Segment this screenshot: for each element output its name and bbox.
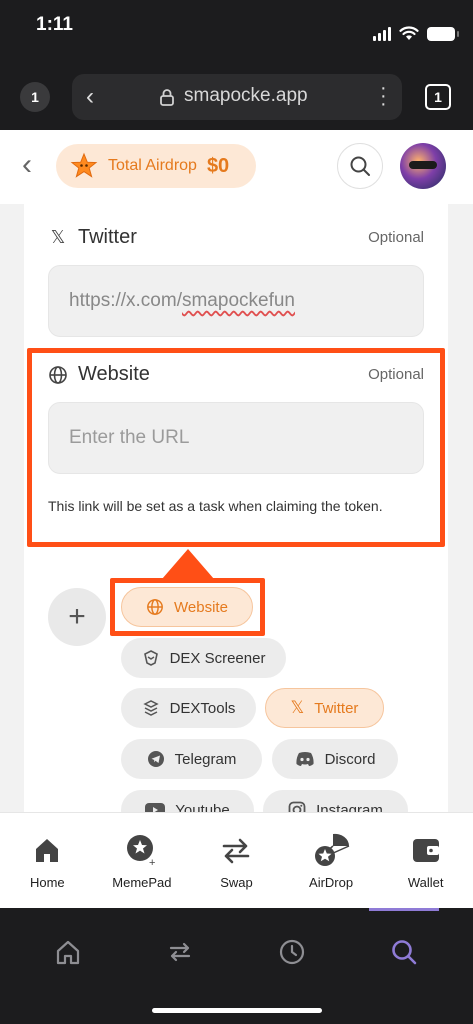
browser-home-button[interactable] [48,932,88,972]
browser-swap-button[interactable] [160,932,200,972]
chip-label: DEXTools [169,699,236,717]
address-bar[interactable]: ‹ smapocke.app · · · [72,74,402,120]
chip-label: DEX Screener [169,649,266,667]
status-icons [373,26,459,41]
star-mascot-icon [70,152,98,178]
swap-arrows-icon [169,942,191,962]
x-logo-icon: 𝕏 [50,227,66,247]
wallet-icon [411,833,441,867]
nav-label: Home [29,875,65,890]
active-tab-indicator [369,908,439,911]
search-icon [392,940,417,965]
globe-icon [48,365,68,385]
website-help-text: This link will be set as a task when cla… [48,498,383,514]
app-header: ‹ Total Airdrop $0 [0,130,473,204]
chip-twitter[interactable]: 𝕏 Twitter [265,688,384,728]
home-indicator [152,1008,322,1013]
home-icon [33,833,61,867]
dexscreener-icon [143,650,158,666]
website-url-input[interactable]: Enter the URL [48,402,424,474]
browser-toolbar [0,908,473,1024]
airdrop-label: Total Airdrop [108,157,197,174]
nav-label: Swap [220,875,253,890]
browser-history-button[interactable] [272,932,312,972]
browser-search-button[interactable] [384,932,424,972]
youtube-icon [145,803,166,812]
url-text: smapocke.app [184,85,308,106]
chip-label: Website [174,598,228,616]
memepad-icon: + [125,833,159,867]
nav-wallet[interactable]: Wallet [378,813,473,908]
twitter-url-input[interactable]: https://x.com/smapockefun [48,265,424,337]
add-link-button[interactable]: + [48,588,106,646]
nav-airdrop[interactable]: AirDrop [284,813,379,908]
avatar[interactable] [400,143,446,189]
globe-icon [147,599,163,615]
back-chevron-icon[interactable]: ‹ [22,150,32,180]
nav-home[interactable]: Home [0,813,95,908]
chip-label: Telegram [174,750,237,768]
search-button[interactable] [337,143,383,189]
chip-label: Youtube [175,801,230,813]
svg-text:+: + [149,857,155,867]
twitter-field-title: Twitter [78,226,137,248]
chip-telegram[interactable]: Telegram [121,739,262,779]
more-vertical-icon[interactable]: · · · [380,78,387,114]
chip-discord[interactable]: Discord [272,739,398,779]
airdrop-value: $0 [206,154,230,177]
website-optional-label: Optional [368,366,424,383]
home-icon [56,940,80,965]
chip-label: Discord [324,750,376,768]
chip-dex-screener[interactable]: DEX Screener [121,638,286,678]
chip-youtube[interactable]: Youtube [121,790,254,812]
nav-label: Wallet [407,875,444,890]
chevron-left-icon[interactable]: ‹ [86,83,94,111]
plus-icon: + [68,600,86,633]
nav-swap[interactable]: Swap [189,813,284,908]
search-icon [350,156,370,176]
twitter-url-prefix: https://x.com/ [69,290,182,311]
chip-label: Twitter [314,699,359,717]
wifi-icon [399,26,419,40]
swap-icon [220,833,252,867]
signal-icon [373,26,391,41]
twitter-optional-label: Optional [368,229,424,246]
battery-icon [427,26,459,41]
chip-instagram[interactable]: Instagram [263,790,408,812]
x-logo-icon: 𝕏 [290,698,305,717]
tab-count-badge[interactable]: 1 [20,82,50,112]
telegram-icon [147,751,164,767]
history-icon [279,939,305,965]
browser-bar: 1 ‹ smapocke.app · · · 1 [0,56,473,130]
chip-dextools[interactable]: DEXTools [121,688,256,728]
main-content: 𝕏 Twitter Optional https://x.com/smapock… [0,204,473,812]
twitter-field-header: 𝕏 Twitter Optional [48,226,424,249]
bottom-nav: Home + MemePad Swap AirDrop Wallet [0,812,473,908]
twitter-url-handle: smapockefun [181,290,295,311]
website-field-title: Website [78,363,150,385]
discord-icon [295,752,314,766]
website-field-header: Website Optional [48,363,424,386]
chip-label: Instagram [316,801,383,813]
website-url-placeholder: Enter the URL [69,427,190,448]
airdrop-icon [311,833,351,867]
tabs-button[interactable]: 1 [425,84,451,110]
total-airdrop-pill[interactable]: Total Airdrop $0 [56,144,256,188]
lock-icon [160,89,174,106]
highlight-arrow [162,549,214,579]
nav-memepad[interactable]: + MemePad [95,813,190,908]
nav-label: MemePad [112,875,172,890]
status-bar: 1:11 [0,0,473,56]
instagram-icon [288,801,306,812]
dextools-icon [142,700,159,716]
status-time: 1:11 [36,14,73,35]
chip-website[interactable]: Website [121,587,253,627]
nav-label: AirDrop [309,875,354,890]
